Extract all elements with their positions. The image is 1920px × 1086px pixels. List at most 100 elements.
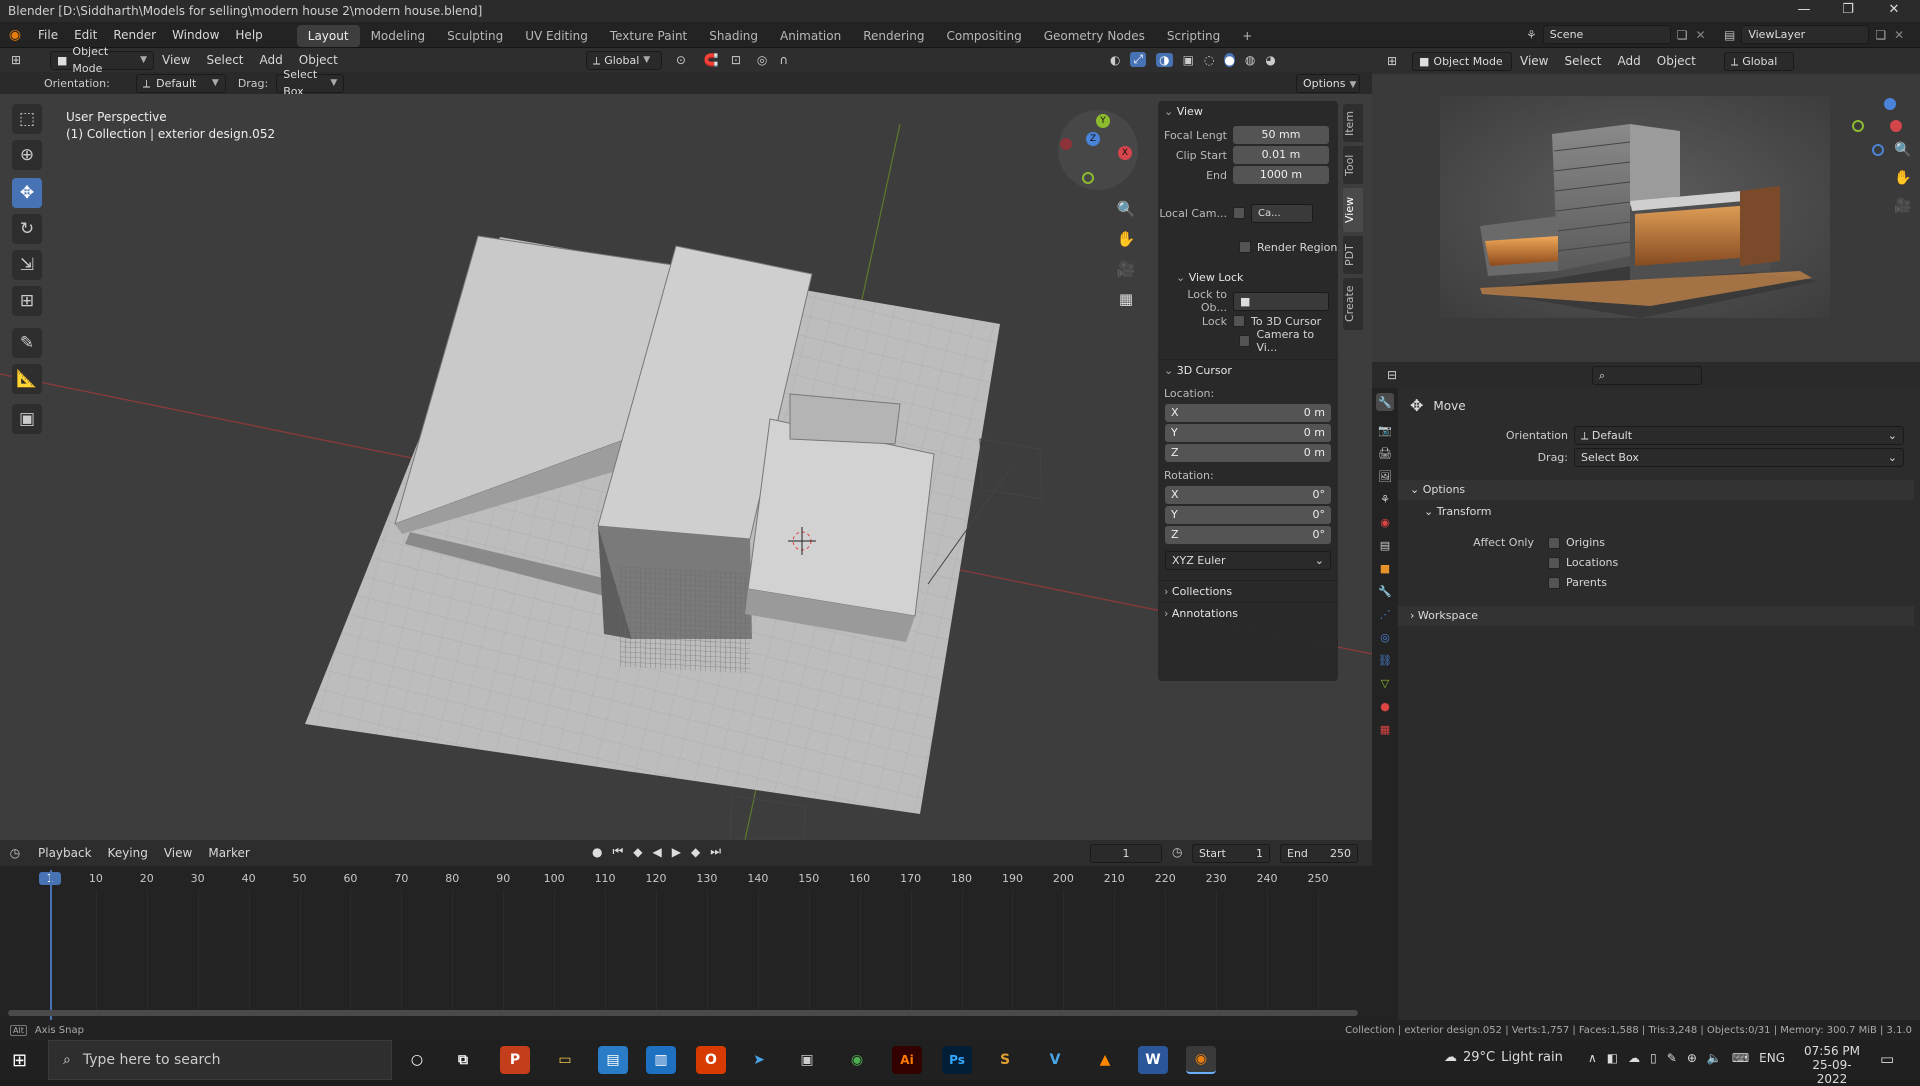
view-section-header[interactable]: ⌄ View	[1158, 101, 1338, 123]
rotate-tool-icon[interactable]: ↻	[12, 214, 42, 244]
task-view-icon[interactable]: ⧉	[448, 1046, 478, 1074]
illustrator-icon[interactable]: Ai	[892, 1046, 922, 1074]
sidebar-tab-pdt[interactable]: PDT	[1343, 236, 1363, 274]
editor-type-icon[interactable]: ⊞	[1372, 54, 1412, 68]
local-camera-checkbox[interactable]	[1233, 207, 1245, 219]
focal-length-field[interactable]: 50 mm	[1233, 126, 1329, 144]
tab-sculpting[interactable]: Sculpting	[436, 25, 514, 47]
tab-modeling[interactable]: Modeling	[360, 25, 437, 47]
transform-tool-icon[interactable]: ⊞	[12, 286, 42, 316]
tray-keyboard-icon[interactable]: ⌨	[1732, 1051, 1749, 1065]
mode-dropdown[interactable]: ■ Object Mode ▼	[50, 45, 154, 75]
world-tab-icon[interactable]: ◉	[1376, 513, 1394, 531]
parents-checkbox[interactable]	[1548, 576, 1560, 589]
texture-tab-icon[interactable]: ▦	[1376, 720, 1394, 738]
tray-chevron-up-icon[interactable]: ∧	[1588, 1051, 1597, 1065]
zoom-icon[interactable]: 🔍	[1114, 194, 1138, 224]
viewlayer-field[interactable]: ViewLayer	[1741, 25, 1870, 44]
navigation-gizmo[interactable]: Y Z X	[1058, 110, 1138, 190]
maximize-button[interactable]: ❐	[1828, 2, 1868, 17]
tab-scripting[interactable]: Scripting	[1156, 25, 1231, 47]
new-viewlayer-icon[interactable]: ❏	[1875, 28, 1886, 42]
gizmo-y-icon[interactable]: Y	[1096, 114, 1110, 128]
camera-menu-add[interactable]: Add	[1610, 48, 1649, 74]
viewlayer-icon[interactable]: ▤	[1724, 28, 1735, 42]
blender-logo-icon[interactable]: ◉	[0, 27, 30, 43]
collection-tab-icon[interactable]: ▤	[1376, 536, 1394, 554]
camera-mode-dropdown[interactable]: ■ Object Mode	[1412, 51, 1512, 71]
timeline-editor-icon[interactable]: ◷	[0, 846, 30, 860]
rotation-mode-dropdown[interactable]: XYZ Euler ⌄	[1165, 550, 1331, 570]
menu-select[interactable]: Select	[198, 47, 251, 73]
sidebar-tab-item[interactable]: Item	[1343, 104, 1363, 142]
ortho-grid-icon[interactable]: ▦	[1114, 284, 1138, 314]
scene-tab-icon[interactable]: ⚘	[1376, 490, 1394, 508]
current-frame-field[interactable]: 1	[1090, 844, 1162, 863]
clip-start-field[interactable]: 0.01 m	[1233, 146, 1329, 164]
tab-compositing[interactable]: Compositing	[935, 25, 1032, 47]
camera-menu-view[interactable]: View	[1512, 48, 1556, 74]
output-tab-icon[interactable]: 🖨	[1376, 444, 1394, 462]
file-explorer-icon[interactable]: ▭	[550, 1046, 580, 1074]
zoom-icon[interactable]: 🔍	[1894, 136, 1911, 164]
playhead[interactable]	[50, 870, 52, 1022]
delete-scene-icon[interactable]: ✕	[1696, 28, 1706, 42]
vlc-icon[interactable]: ▲	[1090, 1046, 1120, 1074]
next-keyframe-icon[interactable]: ◆	[691, 845, 700, 859]
camera-menu-object[interactable]: Object	[1649, 48, 1704, 74]
tab-geometry-nodes[interactable]: Geometry Nodes	[1033, 25, 1156, 47]
falloff-icon[interactable]: ∩	[779, 53, 788, 67]
camera-transform-dropdown[interactable]: ⟂ Global	[1723, 51, 1794, 71]
overlay-toggle-icon[interactable]: ◑	[1156, 52, 1173, 67]
material-tab-icon[interactable]: ●	[1376, 697, 1394, 715]
data-tab-icon[interactable]: ▽	[1376, 674, 1394, 692]
play-reverse-icon[interactable]: ◀	[653, 845, 662, 859]
tray-pen-icon[interactable]: ✎	[1667, 1051, 1677, 1065]
transform-orientation-dropdown[interactable]: ⟂ Global ▼	[585, 50, 662, 70]
menu-marker[interactable]: Marker	[200, 840, 257, 866]
location-x-field[interactable]: X 0 m	[1165, 404, 1331, 422]
office-icon[interactable]: O	[696, 1046, 726, 1074]
jump-end-icon[interactable]: ⏭	[710, 844, 721, 859]
camera-to-view-checkbox[interactable]	[1238, 335, 1251, 347]
new-scene-icon[interactable]: ❏	[1677, 28, 1688, 42]
lock-to-object-field[interactable]: ■	[1233, 291, 1329, 311]
render-tab-icon[interactable]: 📷	[1376, 421, 1394, 439]
local-camera-field[interactable]: Ca...	[1251, 203, 1313, 223]
pan-hand-icon[interactable]: ✋	[1894, 164, 1911, 192]
chrome-icon[interactable]: ◉	[842, 1046, 872, 1074]
gizmo-neg-y-icon[interactable]	[1082, 172, 1094, 184]
tray-network-icon[interactable]: ⊕	[1687, 1051, 1697, 1065]
sketchup-icon[interactable]: S	[990, 1046, 1020, 1074]
cursor-tool-icon[interactable]: ⊕	[12, 140, 42, 170]
powerpoint-icon[interactable]: P	[500, 1046, 530, 1074]
camera-view-icon[interactable]: 🎥	[1894, 192, 1911, 220]
measure-tool-icon[interactable]: 📐	[12, 364, 42, 394]
editor-type-icon[interactable]: ⊞	[0, 53, 32, 67]
menu-timeline-view[interactable]: View	[156, 840, 200, 866]
material-shading-icon[interactable]: ◍	[1245, 53, 1255, 67]
delete-viewlayer-icon[interactable]: ✕	[1894, 28, 1904, 42]
rotation-y-field[interactable]: Y 0°	[1165, 506, 1331, 524]
clip-end-field[interactable]: 1000 m	[1233, 166, 1329, 184]
app-icon-blue[interactable]: ▤	[598, 1046, 628, 1074]
scale-tool-icon[interactable]: ⇲	[12, 250, 42, 280]
gizmo-x-icon[interactable]: X	[1118, 146, 1132, 160]
blender-taskbar-icon[interactable]: ◉	[1186, 1046, 1216, 1074]
sidebar-tab-create[interactable]: Create	[1343, 278, 1363, 330]
menu-keying[interactable]: Keying	[100, 840, 156, 866]
minimize-button[interactable]: —	[1784, 2, 1824, 17]
record-icon[interactable]: ●	[592, 845, 602, 859]
menu-window[interactable]: Window	[164, 22, 227, 48]
play-icon[interactable]: ▶	[672, 845, 681, 859]
gizmo-z-icon[interactable]: Z	[1086, 132, 1100, 146]
prev-keyframe-icon[interactable]: ◆	[633, 845, 642, 859]
options-panel-header[interactable]: ⌄ Options	[1398, 480, 1914, 500]
windows-start-icon[interactable]: ⊞	[12, 1050, 27, 1071]
menu-help[interactable]: Help	[227, 22, 270, 48]
pivot-icon[interactable]: ⊙	[676, 53, 686, 67]
lock-to-cursor-checkbox[interactable]	[1233, 315, 1245, 327]
sidebar-tab-tool[interactable]: Tool	[1343, 146, 1363, 184]
camera-view-icon[interactable]: 🎥	[1114, 254, 1138, 284]
annotate-tool-icon[interactable]: ✎	[12, 328, 42, 358]
